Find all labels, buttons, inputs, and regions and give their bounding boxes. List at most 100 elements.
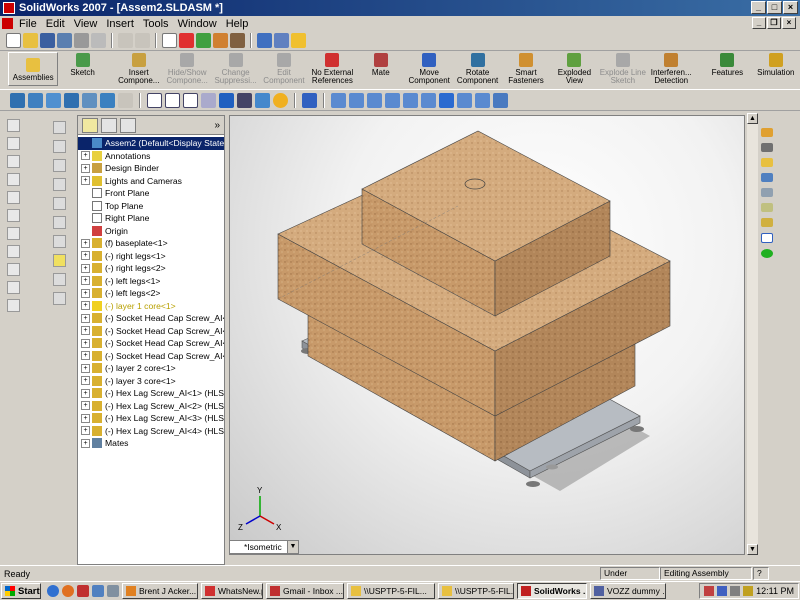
menu-file[interactable]: File bbox=[19, 18, 37, 30]
vertical-scrollbar[interactable]: ▲ ▼ bbox=[747, 113, 758, 555]
close-button[interactable]: × bbox=[783, 1, 798, 14]
feature-tree-tab-icon[interactable] bbox=[82, 117, 98, 133]
menu-tools[interactable]: Tools bbox=[143, 18, 169, 30]
section-view-icon[interactable] bbox=[255, 92, 270, 108]
configuration-tab-icon[interactable] bbox=[120, 117, 136, 133]
print-icon[interactable] bbox=[74, 33, 89, 48]
tree-item[interactable]: + (-) Socket Head Cap Screw_AI<3> bbox=[78, 337, 224, 350]
new-icon[interactable] bbox=[6, 33, 21, 48]
assembly-tool-icon[interactable] bbox=[52, 254, 66, 267]
doc-minimize-button[interactable]: _ bbox=[752, 17, 766, 29]
expand-panel-icon[interactable]: » bbox=[214, 120, 220, 131]
tree-item[interactable]: + (f) baseplate<1> bbox=[78, 237, 224, 250]
tree-item[interactable]: + Annotations bbox=[78, 150, 224, 163]
tree-item[interactable]: + (-) Socket Head Cap Screw_AI<2> bbox=[78, 325, 224, 338]
options-icon[interactable] bbox=[213, 33, 228, 48]
tree-item[interactable]: + (-) Hex Lag Screw_AI<4> (HLSCR bbox=[78, 425, 224, 438]
outlook-icon[interactable] bbox=[77, 585, 89, 597]
sketch-tool-icon[interactable] bbox=[6, 209, 20, 222]
scroll-up-button[interactable]: ▲ bbox=[747, 113, 758, 124]
command-no-external-references[interactable]: No External References bbox=[308, 52, 356, 85]
tree-item[interactable]: + (-) Hex Lag Screw_AI<2> (HLSCR bbox=[78, 400, 224, 413]
expand-icon[interactable]: + bbox=[81, 151, 90, 161]
select-arrow-icon[interactable] bbox=[162, 33, 177, 48]
view-name-dropdown[interactable]: *Isometric ▼ bbox=[229, 540, 299, 554]
taskbar-button[interactable]: WhatsNew.p... bbox=[201, 583, 263, 599]
recycle-icon[interactable] bbox=[107, 585, 119, 597]
explorer-icon[interactable] bbox=[92, 585, 104, 597]
rebuild-icon[interactable] bbox=[179, 33, 194, 48]
back-view-icon[interactable] bbox=[349, 92, 364, 108]
expand-icon[interactable]: + bbox=[81, 351, 90, 361]
command-edit-component[interactable]: Edit Component bbox=[260, 52, 308, 85]
tree-item[interactable]: Origin bbox=[78, 225, 224, 238]
status-green-icon[interactable] bbox=[761, 248, 773, 259]
tree-item[interactable]: + Design Binder bbox=[78, 162, 224, 175]
bottom-view-icon[interactable] bbox=[421, 92, 436, 108]
menu-window[interactable]: Window bbox=[178, 18, 217, 30]
assembly-tool-icon[interactable] bbox=[52, 273, 66, 286]
firefox-icon[interactable] bbox=[62, 585, 74, 597]
top-view-icon[interactable] bbox=[403, 92, 418, 108]
expand-icon[interactable]: + bbox=[81, 163, 90, 173]
undo-icon[interactable] bbox=[118, 33, 133, 48]
save-icon[interactable] bbox=[40, 33, 55, 48]
document-icon[interactable] bbox=[2, 18, 13, 29]
expand-icon[interactable]: + bbox=[81, 313, 90, 323]
expand-icon[interactable]: + bbox=[81, 238, 90, 248]
assembly-tool-icon[interactable] bbox=[52, 178, 66, 191]
property-manager-tab-icon[interactable] bbox=[101, 117, 117, 133]
expand-icon[interactable]: + bbox=[81, 426, 90, 436]
command-rotate-component[interactable]: Rotate Component bbox=[453, 52, 501, 85]
tree-item[interactable]: + (-) right legs<1> bbox=[78, 250, 224, 263]
tree-item[interactable]: + (-) layer 1 core<1> bbox=[78, 300, 224, 313]
sketch-tool-icon[interactable] bbox=[6, 119, 20, 132]
print-preview-icon[interactable] bbox=[91, 33, 106, 48]
taskbar-button[interactable]: Gmail - Inbox ... bbox=[266, 583, 344, 599]
view-orientation-normal-icon[interactable] bbox=[302, 92, 317, 108]
expand-icon[interactable]: + bbox=[81, 276, 90, 286]
quick-tips-button[interactable]: ? bbox=[753, 567, 769, 580]
zoom-area-icon[interactable] bbox=[28, 92, 43, 108]
command-explode-line-sketch[interactable]: Explode Line Sketch bbox=[599, 52, 647, 85]
expand-icon[interactable]: + bbox=[81, 338, 90, 348]
redo-icon[interactable] bbox=[135, 33, 150, 48]
graphics-area[interactable]: Y X Z bbox=[229, 115, 745, 555]
assembly-tool-icon[interactable] bbox=[52, 197, 66, 210]
tree-item[interactable]: Front Plane bbox=[78, 187, 224, 200]
appearance-icon[interactable] bbox=[761, 203, 773, 213]
expand-icon[interactable]: + bbox=[81, 288, 90, 298]
tree-item[interactable]: + (-) Socket Head Cap Screw_AI<1> bbox=[78, 312, 224, 325]
doc-restore-button[interactable]: ❐ bbox=[767, 17, 781, 29]
shadows-icon[interactable] bbox=[237, 92, 252, 108]
tree-item[interactable]: + Mates bbox=[78, 437, 224, 450]
menu-edit[interactable]: Edit bbox=[46, 18, 65, 30]
view-palette-icon[interactable] bbox=[761, 188, 773, 198]
previous-view-icon[interactable] bbox=[118, 92, 133, 108]
tree-item[interactable]: + (-) layer 3 core<1> bbox=[78, 375, 224, 388]
shaded-icon[interactable] bbox=[219, 92, 234, 108]
view-orientation-icon[interactable] bbox=[257, 33, 272, 48]
assembly-tool-icon[interactable] bbox=[52, 292, 66, 305]
command-smart-fasteners[interactable]: Smart Fasteners bbox=[502, 52, 550, 85]
isometric-view-icon[interactable] bbox=[439, 92, 454, 108]
tree-item[interactable]: Assem2 (Default<Display State-1>) bbox=[78, 137, 224, 150]
expand-icon[interactable]: + bbox=[81, 388, 90, 398]
command-sketch[interactable]: Sketch bbox=[58, 52, 106, 77]
zoom-in-out-icon[interactable] bbox=[46, 92, 61, 108]
taskbar-button[interactable]: \\USPTP-5-FIL... bbox=[438, 583, 514, 599]
zoom-fit-icon[interactable] bbox=[10, 92, 25, 108]
tree-item[interactable]: + (-) Hex Lag Screw_AI<3> (HLSCR bbox=[78, 412, 224, 425]
command-interferen-detection[interactable]: Interferen... Detection bbox=[647, 52, 695, 85]
right-view-icon[interactable] bbox=[385, 92, 400, 108]
menu-insert[interactable]: Insert bbox=[106, 18, 134, 30]
taskbar-button[interactable]: VOZZ dummy ... bbox=[590, 583, 666, 599]
expand-icon[interactable]: + bbox=[81, 376, 90, 386]
home-icon[interactable] bbox=[761, 128, 773, 138]
browser-icon[interactable] bbox=[47, 585, 59, 597]
sketch-tool-icon[interactable] bbox=[6, 173, 20, 186]
expand-icon[interactable]: + bbox=[81, 251, 90, 261]
expand-icon[interactable]: + bbox=[81, 363, 90, 373]
taskbar-button[interactable]: SolidWorks ... bbox=[517, 583, 587, 599]
save-all-icon[interactable] bbox=[57, 33, 72, 48]
